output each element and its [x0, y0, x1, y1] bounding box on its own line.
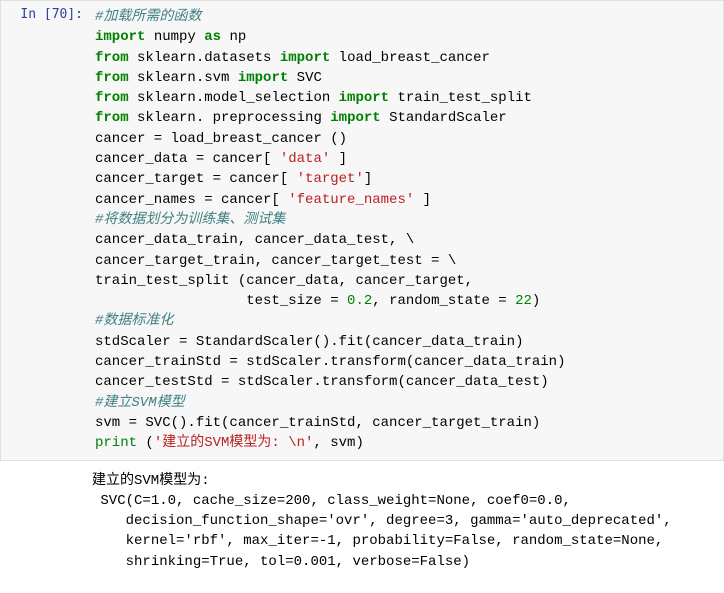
input-prompt: In [70]:	[1, 1, 91, 22]
num-22: 22	[515, 293, 532, 309]
line-8a: cancer_data = cancer[	[95, 151, 280, 167]
prompt-number: 70	[52, 7, 68, 22]
out-line-4: kernel='rbf', max_iter=-1, probability=F…	[92, 533, 663, 549]
name-lbc: load_breast_cancer	[339, 50, 490, 66]
kw-import-4: import	[238, 70, 288, 86]
mod-svm: sklearn.svm	[137, 70, 229, 86]
name-ss: StandardScaler	[389, 110, 507, 126]
mod-ms: sklearn.model_selection	[137, 90, 330, 106]
line-13: cancer_target_train, cancer_target_test …	[95, 253, 456, 269]
line-8b: ]	[330, 151, 347, 167]
line-22b: , svm)	[313, 435, 363, 451]
prompt-in: In	[20, 7, 36, 22]
kw-from-3: from	[95, 50, 129, 66]
line-15c: )	[532, 293, 540, 309]
line-15b: , random_state =	[372, 293, 515, 309]
line-10b: ]	[414, 192, 431, 208]
out-line-3: decision_function_shape='ovr', degree=3,…	[92, 513, 672, 529]
str-target: 'target'	[297, 171, 364, 187]
kw-from-4: from	[95, 70, 129, 86]
alias-np: np	[229, 29, 246, 45]
code-block[interactable]: #加载所需的函数 import numpy as np from sklearn…	[91, 1, 723, 460]
str-print: '建立的SVM模型为: \n'	[154, 435, 314, 451]
kw-as: as	[204, 29, 221, 45]
output-block: 建立的SVM模型为: SVC(C=1.0, cache_size=200, cl…	[0, 461, 724, 582]
line-9b: ]	[364, 171, 372, 187]
builtin-print: print	[95, 435, 137, 451]
kw-import: import	[95, 29, 145, 45]
line-9a: cancer_target = cancer[	[95, 171, 297, 187]
comment-svm: #建立SVM模型	[95, 395, 185, 411]
out-line-5: shrinking=True, tol=0.001, verbose=False…	[92, 554, 470, 570]
mod-pp: sklearn. preprocessing	[137, 110, 322, 126]
name-tts: train_test_split	[397, 90, 531, 106]
line-18: cancer_trainStd = stdScaler.transform(ca…	[95, 354, 565, 370]
line-10a: cancer_names = cancer[	[95, 192, 288, 208]
comment-split: #将数据划分为训练集、测试集	[95, 212, 285, 228]
kw-import-5: import	[339, 90, 389, 106]
line-7: cancer = load_breast_cancer ()	[95, 131, 347, 147]
line-21: svm = SVC().fit(cancer_trainStd, cancer_…	[95, 415, 540, 431]
out-line-2: SVC(C=1.0, cache_size=200, class_weight=…	[92, 493, 571, 509]
prompt-close: ]:	[67, 7, 83, 22]
str-featnames: 'feature_names'	[288, 192, 414, 208]
kw-from-5: from	[95, 90, 129, 106]
prompt-open: [	[44, 7, 52, 22]
out-line-1: 建立的SVM模型为:	[92, 473, 210, 489]
line-19: cancer_testStd = stdScaler.transform(can…	[95, 374, 549, 390]
kw-import-3: import	[280, 50, 330, 66]
input-cell: In [70]: #加载所需的函数 import numpy as np fro…	[0, 0, 724, 461]
line-14: train_test_split (cancer_data, cancer_ta…	[95, 273, 473, 289]
comment-std: #数据标准化	[95, 313, 173, 329]
line-15a: test_size =	[95, 293, 347, 309]
line-22a: (	[137, 435, 154, 451]
mod-numpy: numpy	[154, 29, 196, 45]
name-svc: SVC	[297, 70, 322, 86]
line-12: cancer_data_train, cancer_data_test, \	[95, 232, 414, 248]
line-17: stdScaler = StandardScaler().fit(cancer_…	[95, 334, 523, 350]
kw-import-6: import	[330, 110, 380, 126]
kw-from-6: from	[95, 110, 129, 126]
num-02: 0.2	[347, 293, 372, 309]
str-data: 'data'	[280, 151, 330, 167]
mod-datasets: sklearn.datasets	[137, 50, 271, 66]
comment-load: #加载所需的函数	[95, 9, 201, 25]
